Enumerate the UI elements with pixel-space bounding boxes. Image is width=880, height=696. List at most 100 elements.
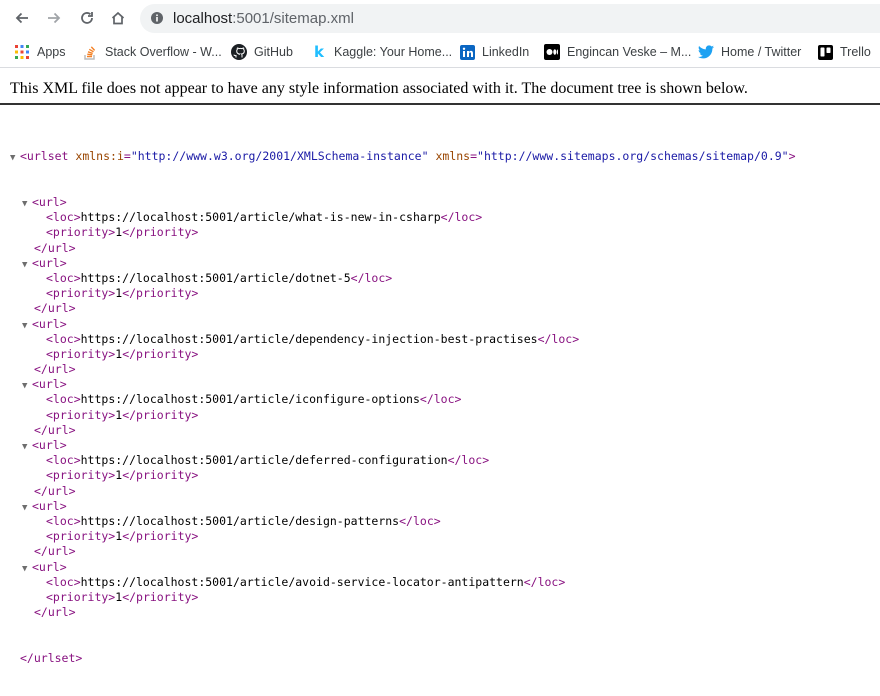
bookmark-label: Stack Overflow - W...: [105, 45, 222, 59]
stack-overflow-icon: [82, 44, 98, 60]
loc-open-tag: <loc>: [46, 270, 81, 285]
priority-close-tag: </priority>: [122, 529, 199, 544]
loc-close-tag: </loc>: [399, 513, 441, 528]
url-text: localhost:5001/sitemap.xml: [173, 10, 354, 27]
loc-line: <loc>https://localhost:5001/article/desi…: [0, 514, 796, 529]
priority-close-tag: </priority>: [122, 407, 199, 422]
bookmark-label: Trello: [840, 45, 871, 59]
url-close-tag: </url>: [34, 240, 76, 255]
priority-open-tag: <priority>: [46, 346, 116, 361]
attr-value: "http://www.w3.org/2001/XMLSchema-instan…: [130, 149, 429, 164]
loc-close-tag: </loc>: [523, 574, 566, 589]
url-open-line: ▼ <url>: [0, 256, 796, 271]
page-content: This XML file does not appear to have an…: [0, 68, 880, 665]
priority-open-tag: <priority>: [46, 286, 116, 301]
url-entries: ▼ <url> <loc>https://localhost:5001/articl…: [0, 195, 796, 620]
priority-open-tag: <priority>: [46, 468, 116, 483]
loc-close-tag: </loc>: [537, 331, 580, 346]
urlset-close-line: </urlset>: [0, 651, 796, 666]
reload-button[interactable]: [76, 7, 98, 29]
priority-close-tag: </priority>: [122, 286, 199, 301]
loc-line: <loc>https://localhost:5001/article/depe…: [0, 332, 796, 347]
url-close-tag: </url>: [34, 422, 76, 437]
bookmark-github[interactable]: GitHub: [231, 42, 293, 62]
home-icon: [111, 11, 125, 25]
medium-icon: [544, 44, 560, 60]
priority-line: <priority>1</priority>: [0, 225, 796, 240]
url-open-tag: <url>: [32, 316, 67, 331]
url-path: :5001/sitemap.xml: [232, 10, 354, 27]
xml-style-notice: This XML file does not appear to have an…: [10, 80, 748, 97]
xml-document-tree: ▼ <urlset xmlns:i="http://www.w3.org/2001…: [0, 119, 796, 696]
home-button[interactable]: [107, 7, 129, 29]
back-button[interactable]: [11, 7, 33, 29]
loc-line: <loc>https://localhost:5001/article/avoi…: [0, 575, 796, 590]
loc-value: https://localhost:5001/article/what-is-n…: [80, 210, 441, 225]
linkedin-icon: [459, 44, 475, 60]
loc-open-tag: <loc>: [46, 513, 81, 528]
info-icon[interactable]: [150, 11, 164, 30]
bookmark-stack-overflow[interactable]: Stack Overflow - W...: [82, 42, 222, 62]
url-open-tag: <url>: [32, 255, 67, 270]
loc-close-tag: </loc>: [440, 210, 483, 225]
loc-value: https://localhost:5001/article/dotnet-5: [80, 270, 351, 285]
arrow-right-icon: [48, 12, 61, 24]
kaggle-icon: k: [314, 43, 324, 61]
divider: [0, 103, 880, 105]
url-open-tag: <url>: [32, 498, 67, 513]
loc-line: <loc>https://localhost:5001/article/dotn…: [0, 271, 796, 286]
loc-value: https://localhost:5001/article/dependenc…: [80, 331, 538, 346]
bookmark-engincan-veske[interactable]: Engincan Veske – M...: [544, 42, 691, 62]
loc-value: https://localhost:5001/article/iconfigur…: [80, 392, 420, 407]
priority-close-tag: </priority>: [122, 346, 199, 361]
bookmark-twitter[interactable]: Home / Twitter: [698, 42, 801, 62]
attr-name: xmlns: [435, 149, 471, 164]
loc-open-tag: <loc>: [46, 210, 81, 225]
priority-open-tag: <priority>: [46, 225, 116, 240]
url-close-tag: </url>: [34, 605, 76, 620]
url-close-line: </url>: [0, 301, 796, 316]
url-close-tag: </url>: [34, 483, 76, 498]
url-open-tag: <url>: [32, 377, 67, 392]
loc-close-tag: </loc>: [419, 392, 462, 407]
bookmark-label: GitHub: [254, 45, 293, 59]
url-close-tag: </url>: [34, 301, 76, 316]
url-close-line: </url>: [0, 484, 796, 499]
collapse-triangle-icon[interactable]: ▼: [10, 151, 20, 166]
tag-end: >: [788, 149, 796, 164]
bookmark-label: Apps: [37, 45, 66, 59]
loc-value: https://localhost:5001/article/avoid-ser…: [80, 574, 524, 589]
priority-open-tag: <priority>: [46, 529, 116, 544]
bookmarks-bar: Apps Stack Overflow - W... GitHub k Kagg…: [0, 36, 880, 68]
url-open-tag: <url>: [32, 195, 67, 209]
priority-line: <priority>1</priority>: [0, 590, 796, 605]
trello-icon: [817, 44, 833, 60]
url-close-line: </url>: [0, 423, 796, 438]
bookmark-apps[interactable]: Apps: [14, 42, 66, 62]
url-open-line: ▼ <url>: [0, 195, 796, 210]
attr-value: "http://www.sitemaps.org/schemas/sitemap…: [477, 149, 789, 164]
priority-line: <priority>1</priority>: [0, 347, 796, 362]
bookmark-kaggle[interactable]: k Kaggle: Your Home...: [311, 42, 452, 62]
priority-line: <priority>1</priority>: [0, 286, 796, 301]
address-bar[interactable]: localhost:5001/sitemap.xml: [140, 4, 880, 33]
priority-line: <priority>1</priority>: [0, 408, 796, 423]
loc-open-tag: <loc>: [46, 331, 81, 346]
loc-open-tag: <loc>: [46, 574, 81, 589]
loc-line: <loc>https://localhost:5001/article/defe…: [0, 453, 796, 468]
url-open-line: ▼ <url>: [0, 377, 796, 392]
priority-close-tag: </priority>: [122, 225, 199, 240]
url-close-line: </url>: [0, 544, 796, 559]
arrow-left-icon: [15, 12, 28, 24]
bookmark-label: Home / Twitter: [721, 45, 802, 59]
bookmark-trello[interactable]: Trello: [817, 42, 871, 62]
reload-icon: [81, 12, 93, 24]
priority-line: <priority>1</priority>: [0, 468, 796, 483]
url-close-tag: </url>: [34, 544, 76, 559]
url-close-tag: </url>: [34, 362, 76, 377]
loc-close-tag: </loc>: [447, 453, 490, 468]
bookmark-linkedin[interactable]: LinkedIn: [459, 42, 529, 62]
url-open-line: ▼ <url>: [0, 499, 796, 514]
loc-value: https://localhost:5001/article/design-pa…: [80, 513, 400, 528]
forward-button[interactable]: [43, 7, 65, 29]
